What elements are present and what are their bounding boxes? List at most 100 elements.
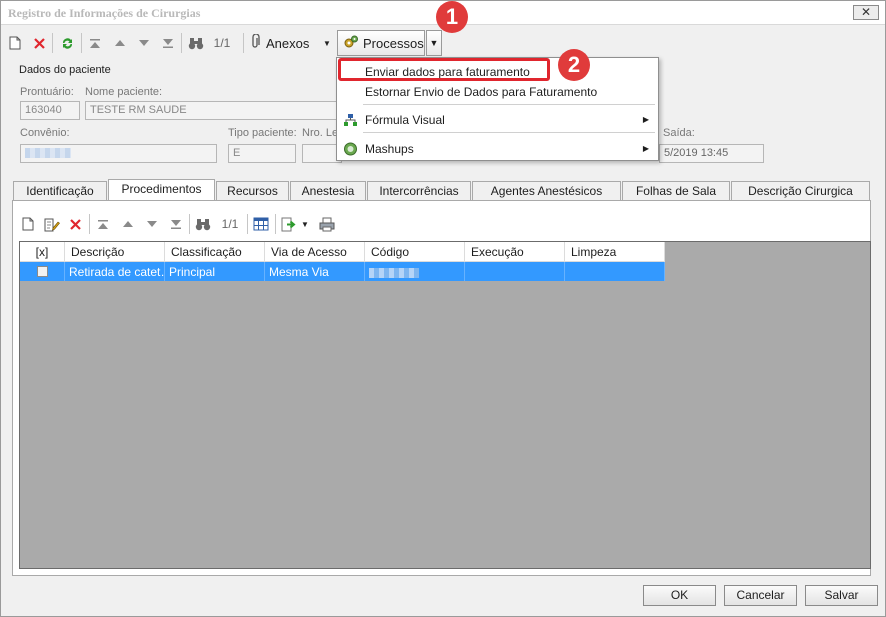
tab-identificacao[interactable]: Identificação: [13, 181, 107, 201]
prev-icon[interactable]: [112, 34, 128, 52]
patient-group-label: Dados do paciente: [19, 64, 111, 76]
chevron-down-icon: ▼: [429, 38, 439, 48]
prev-icon[interactable]: [120, 215, 136, 233]
last-icon[interactable]: [160, 34, 176, 52]
menu-item-label: Estornar Envio de Dados para Faturamento: [365, 85, 598, 99]
gears-icon: [343, 34, 363, 53]
paperclip-icon: [250, 33, 266, 52]
mashup-icon: [343, 142, 358, 156]
cell-execucao[interactable]: [465, 262, 565, 281]
anexos-label: Anexos: [266, 35, 310, 51]
toolbar-separator: [52, 33, 53, 53]
grid-icon[interactable]: [252, 215, 270, 233]
toolbar-separator: [181, 33, 182, 53]
first-icon[interactable]: [87, 34, 103, 52]
next-icon[interactable]: [144, 215, 160, 233]
toolbar-separator: [275, 214, 276, 234]
convenio-field[interactable]: [20, 144, 217, 163]
export-dropdown-icon[interactable]: ▼: [300, 215, 310, 233]
saida-field[interactable]: 5/2019 13:45: [659, 144, 764, 163]
column-header-via-de-acesso[interactable]: Via de Acesso: [265, 242, 365, 262]
anexos-button[interactable]: Anexos: [250, 33, 320, 52]
toolbar-separator: [243, 33, 244, 53]
nro-leito-label: Nro. Le: [302, 127, 339, 139]
menu-item-estornar-envio[interactable]: Estornar Envio de Dados para Faturamento: [338, 82, 657, 102]
delete-icon[interactable]: [67, 215, 83, 233]
tab-descricao-cirurgica[interactable]: Descrição Cirurgica: [731, 181, 870, 201]
menu-separator: [363, 104, 655, 105]
annotation-badge-1: 1: [436, 1, 468, 33]
processos-button[interactable]: Processos: [337, 30, 425, 56]
annotation-badge-2: 2: [558, 49, 590, 81]
tab-procedimentos[interactable]: Procedimentos: [108, 179, 215, 202]
highlight-box: [338, 58, 550, 81]
diagram-icon: [343, 113, 358, 127]
processos-label: Processos: [363, 35, 424, 51]
column-header-classificacao[interactable]: Classificação: [165, 242, 265, 262]
menu-item-label: Fórmula Visual: [365, 113, 445, 127]
record-counter: 1/1: [221, 217, 239, 231]
delete-icon[interactable]: [31, 34, 47, 52]
tab-anestesia[interactable]: Anestesia: [290, 181, 366, 201]
row-checkbox-cell[interactable]: [20, 262, 65, 281]
menu-separator: [363, 132, 655, 133]
main-toolbar: 1/1 Anexos ▼ Processos ▼: [1, 28, 885, 58]
last-icon[interactable]: [168, 215, 184, 233]
submenu-arrow-icon: ▶: [642, 115, 649, 124]
export-icon[interactable]: [280, 215, 298, 233]
tab-recursos[interactable]: Recursos: [216, 181, 289, 201]
menu-item-label: Mashups: [365, 142, 414, 156]
toolbar-separator: [189, 214, 190, 234]
nome-paciente-label: Nome paciente:: [85, 86, 163, 98]
toolbar-separator: [81, 33, 82, 53]
table-row[interactable]: Retirada de catet… Principal Mesma Via: [20, 262, 665, 281]
processos-dropdown-button[interactable]: ▼: [426, 30, 442, 56]
saida-label: Saída:: [663, 127, 695, 139]
column-header-checkbox[interactable]: [x]: [20, 242, 65, 262]
edit-icon[interactable]: [43, 215, 61, 233]
toolbar-separator: [89, 214, 90, 234]
refresh-icon[interactable]: [58, 34, 76, 52]
row-checkbox[interactable]: [37, 266, 48, 277]
first-icon[interactable]: [95, 215, 111, 233]
column-header-limpeza[interactable]: Limpeza: [565, 242, 665, 262]
column-header-descricao[interactable]: Descrição: [65, 242, 165, 262]
tab-folhas-de-sala[interactable]: Folhas de Sala: [622, 181, 730, 201]
column-header-codigo[interactable]: Código: [365, 242, 465, 262]
prontuario-field[interactable]: 163040: [20, 101, 80, 120]
tab-strip: Identificação Procedimentos Recursos Ane…: [13, 179, 871, 202]
menu-item-formula-visual[interactable]: Fórmula Visual ▶: [338, 110, 657, 130]
tab-agentes-anestesicos[interactable]: Agentes Anestésicos: [472, 181, 621, 201]
record-counter: 1/1: [213, 36, 231, 50]
window-title: Registro de Informações de Cirurgias: [8, 6, 201, 20]
cell-descricao[interactable]: Retirada de catet…: [65, 262, 165, 281]
tipo-paciente-field[interactable]: E: [228, 144, 296, 163]
next-icon[interactable]: [136, 34, 152, 52]
cancel-button[interactable]: Cancelar: [724, 585, 797, 606]
cell-via-de-acesso[interactable]: Mesma Via: [265, 262, 365, 281]
redacted-value: [25, 148, 71, 159]
cell-classificacao[interactable]: Principal: [165, 262, 265, 281]
toolbar-separator: [247, 214, 248, 234]
print-icon[interactable]: [318, 215, 336, 233]
cell-limpeza[interactable]: [565, 262, 665, 281]
redacted-value: [369, 267, 419, 278]
binoculars-icon[interactable]: [187, 34, 205, 52]
convenio-label: Convênio:: [20, 127, 70, 139]
save-button[interactable]: Salvar: [805, 585, 878, 606]
tab-intercorrencias[interactable]: Intercorrências: [367, 181, 471, 201]
submenu-arrow-icon: ▶: [642, 144, 649, 153]
binoculars-icon[interactable]: [194, 215, 212, 233]
procedimentos-toolbar: 1/1 ▼: [20, 213, 350, 235]
menu-item-mashups[interactable]: Mashups ▶: [338, 139, 657, 159]
procedimentos-grid: [x] Descrição Classificação Via de Acess…: [19, 241, 871, 569]
close-button[interactable]: ✕: [853, 5, 879, 20]
new-icon[interactable]: [20, 215, 36, 233]
cell-codigo[interactable]: [365, 262, 465, 281]
nome-paciente-field[interactable]: TESTE RM SAUDE: [85, 101, 343, 120]
new-icon[interactable]: [7, 34, 23, 52]
column-header-execucao[interactable]: Execução: [465, 242, 565, 262]
anexos-dropdown-icon[interactable]: ▼: [321, 34, 333, 52]
tipo-paciente-label: Tipo paciente:: [228, 127, 297, 139]
ok-button[interactable]: OK: [643, 585, 716, 606]
